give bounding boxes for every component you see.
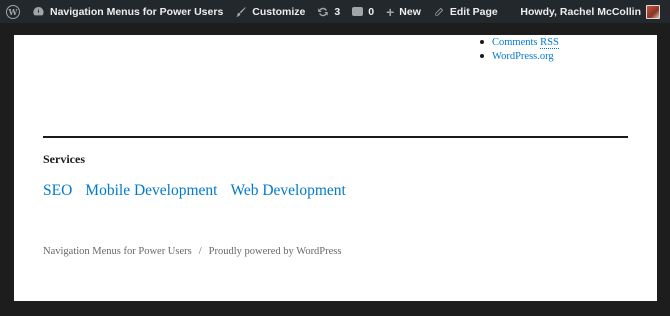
wordpress-icon: W — [6, 4, 20, 19]
comments-menu[interactable]: 0 — [346, 0, 380, 23]
customize-menu[interactable]: Customize — [229, 0, 311, 23]
howdy-label: Howdy, Rachel McCollin — [520, 5, 641, 18]
customize-label: Customize — [252, 5, 306, 18]
edit-page-label: Edit Page — [449, 5, 498, 18]
services-menu-title: Services — [43, 152, 85, 166]
separator: / — [198, 246, 202, 257]
list-item: Comments RSS — [480, 35, 559, 49]
admin-bar: W Navigation Menus for Power Users Custo… — [0, 0, 670, 23]
bullet-icon — [480, 40, 484, 44]
new-content-menu[interactable]: + New — [380, 0, 427, 23]
wordpress-org-link[interactable]: WordPress.org — [492, 51, 554, 62]
new-label: New — [399, 5, 421, 18]
site-info: Navigation Menus for Power Users / Proud… — [43, 246, 341, 257]
my-account-menu[interactable]: Howdy, Rachel McCollin — [514, 0, 670, 23]
avatar — [646, 4, 660, 19]
comments-rss-link[interactable]: Comments RSS — [492, 36, 559, 49]
dashboard-icon — [32, 5, 45, 18]
pencil-icon — [433, 6, 445, 18]
updates-icon — [317, 6, 329, 18]
wordpress-menu[interactable]: W — [0, 0, 26, 23]
services-link-seo[interactable]: SEO — [43, 182, 72, 200]
comments-count: 0 — [368, 5, 375, 18]
site-name-menu[interactable]: Navigation Menus for Power Users — [26, 0, 229, 23]
services-menu: SEO Mobile Development Web Development — [43, 182, 359, 200]
brush-icon — [235, 6, 247, 18]
updates-menu[interactable]: 3 — [311, 0, 346, 23]
powered-by-link[interactable]: Proudly powered by WordPress — [209, 246, 342, 257]
rss-abbr: RSS — [540, 36, 559, 49]
bullet-icon — [480, 54, 484, 58]
updates-count: 3 — [334, 5, 341, 18]
list-item: WordPress.org — [480, 49, 559, 63]
plus-icon: + — [386, 3, 395, 20]
page-content: Comments RSS WordPress.org Services SEO … — [14, 35, 657, 301]
comment-icon — [352, 7, 364, 16]
meta-widget-list: Comments RSS WordPress.org — [480, 35, 559, 63]
edit-page-menu[interactable]: Edit Page — [427, 0, 504, 23]
services-link-web-development[interactable]: Web Development — [230, 182, 345, 200]
site-title-link[interactable]: Navigation Menus for Power Users — [43, 246, 192, 257]
services-link-mobile-development[interactable]: Mobile Development — [85, 182, 217, 200]
footer-divider — [43, 136, 628, 138]
site-name-label: Navigation Menus for Power Users — [50, 5, 224, 18]
